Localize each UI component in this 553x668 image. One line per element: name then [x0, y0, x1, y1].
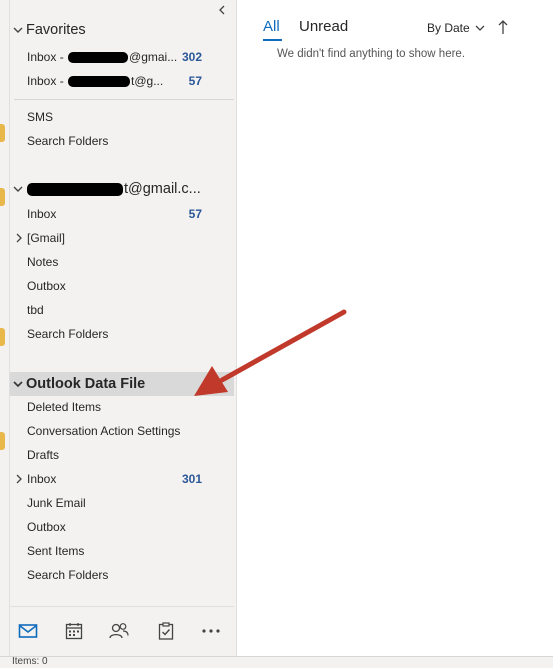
items-count: Items: 0 — [12, 656, 48, 667]
folder-glyph — [0, 188, 5, 206]
unread-count: 57 — [188, 74, 202, 88]
message-list-pane: All Unread By Date We didn't find anythi… — [237, 0, 553, 656]
inbox-account-suffix: t@g... — [131, 74, 164, 88]
folder-label: Inbox — [27, 207, 57, 221]
redaction-mark — [68, 52, 129, 64]
data-folder-conversation-action-settings[interactable]: Conversation Action Settings — [10, 419, 234, 443]
folder-sms[interactable]: SMS — [10, 105, 234, 129]
sort-direction-arrow-icon[interactable] — [496, 19, 510, 35]
folder-label: Junk Email — [27, 496, 86, 510]
sort-label: By Date — [427, 21, 470, 35]
tab-all-underline — [263, 39, 282, 41]
mail-icon — [18, 624, 38, 638]
people-icon — [109, 623, 129, 639]
more-icon — [202, 629, 220, 633]
gmail-folder-search-folders[interactable]: Search Folders — [10, 322, 234, 346]
calendar-icon — [65, 623, 83, 640]
redaction-mark — [68, 76, 131, 88]
unread-count: 301 — [181, 472, 202, 486]
tab-unread[interactable]: Unread — [299, 18, 348, 35]
favorite-inbox-2[interactable]: Inbox - t@g... 57 — [10, 69, 234, 93]
favorite-inbox-1[interactable]: Inbox - @gmai... 302 — [10, 45, 234, 69]
bottom-navigation — [10, 606, 234, 657]
redaction-mark — [27, 182, 123, 196]
folder-label: Deleted Items — [27, 400, 102, 414]
folder-pane: Favorites Inbox - @gmai... 302 Inbox - t… — [10, 0, 237, 657]
inbox-prefix: Inbox - — [27, 50, 68, 64]
chevron-right-icon[interactable] — [10, 474, 27, 484]
section-divider — [14, 99, 234, 100]
chevron-down-icon — [10, 184, 26, 194]
chevron-down-icon — [475, 25, 485, 31]
gmail-folder-gmail[interactable]: [Gmail] — [10, 226, 234, 250]
gmail-folder-outbox[interactable]: Outbox — [10, 274, 234, 298]
folder-label: Conversation Action Settings — [27, 424, 181, 438]
sort-by-dropdown[interactable]: By Date — [427, 21, 486, 35]
favorites-header[interactable]: Favorites — [10, 18, 234, 42]
people-nav-button[interactable] — [107, 619, 131, 643]
calendar-nav-button[interactable] — [62, 619, 86, 643]
folder-label: Outbox — [27, 279, 66, 293]
collapse-pane-button[interactable] — [216, 4, 228, 16]
chevron-down-icon — [10, 25, 26, 35]
folder-glyph — [0, 328, 5, 346]
gmail-folder-inbox[interactable]: Inbox 57 — [10, 202, 234, 226]
data-folder-junk-email[interactable]: Junk Email — [10, 491, 234, 515]
folder-label: Notes — [27, 255, 59, 269]
gmail-account-label: t@gmail.c... — [124, 181, 201, 197]
folder-label: Sent Items — [27, 544, 85, 558]
folder-label: [Gmail] — [27, 231, 66, 245]
tasks-nav-button[interactable] — [154, 619, 178, 643]
tab-all[interactable]: All — [263, 18, 280, 35]
chevron-down-icon — [10, 379, 26, 389]
folder-label: tbd — [27, 303, 44, 317]
folder-label: Outbox — [27, 520, 66, 534]
folder-search-folders[interactable]: Search Folders — [10, 129, 234, 153]
data-folder-drafts[interactable]: Drafts — [10, 443, 234, 467]
folder-label: SMS — [27, 110, 54, 124]
mail-nav-button[interactable] — [16, 619, 40, 643]
data-folder-inbox[interactable]: Inbox 301 — [10, 467, 234, 491]
folder-glyph — [0, 124, 5, 142]
chevron-right-icon[interactable] — [10, 233, 27, 243]
more-nav-button[interactable] — [199, 619, 223, 643]
folder-label: Search Folders — [27, 568, 109, 582]
favorites-label: Favorites — [26, 22, 86, 38]
left-strip — [0, 0, 10, 656]
empty-state-message: We didn't find anything to show here. — [277, 48, 466, 60]
inbox-prefix: Inbox - — [27, 74, 68, 88]
gmail-account-header[interactable]: t@gmail.c... — [10, 177, 234, 201]
inbox-account-suffix: @gmai... — [129, 50, 178, 64]
data-folder-deleted-items[interactable]: Deleted Items — [10, 395, 234, 419]
unread-count: 57 — [188, 207, 202, 221]
data-file-label: Outlook Data File — [26, 376, 146, 392]
outlook-window: Favorites Inbox - @gmai... 302 Inbox - t… — [0, 0, 553, 668]
data-folder-sent-items[interactable]: Sent Items — [10, 539, 234, 563]
data-folder-search-folders[interactable]: Search Folders — [10, 563, 234, 587]
data-file-header[interactable]: Outlook Data File — [10, 372, 234, 396]
folder-label: Drafts — [27, 448, 60, 462]
folder-glyph — [0, 432, 5, 450]
folder-label: Inbox — [27, 472, 57, 486]
data-folder-outbox[interactable]: Outbox — [10, 515, 234, 539]
folder-label: Search Folders — [27, 327, 109, 341]
gmail-folder-notes[interactable]: Notes — [10, 250, 234, 274]
status-bar: Items: 0 — [0, 656, 553, 668]
folder-label: Search Folders — [27, 134, 109, 148]
gmail-folder-tbd[interactable]: tbd — [10, 298, 234, 322]
tasks-icon — [158, 622, 174, 640]
chevron-left-icon — [219, 5, 225, 15]
unread-count: 302 — [181, 50, 202, 64]
